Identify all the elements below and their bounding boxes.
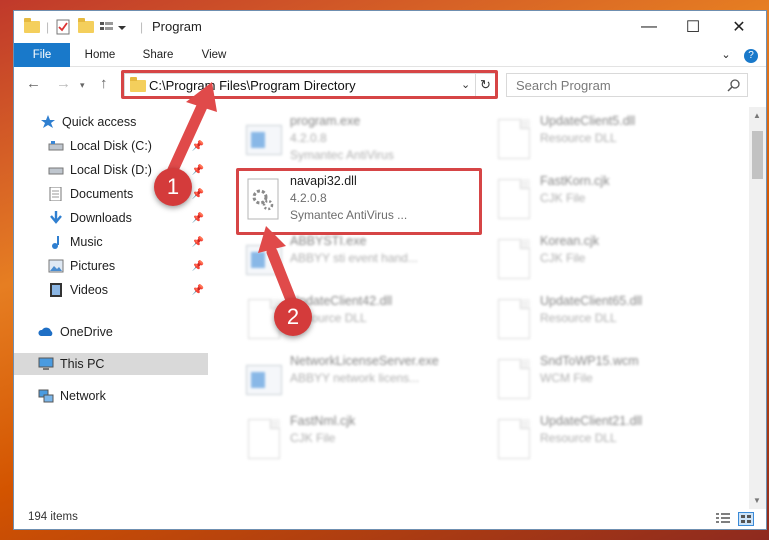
step-1-badge: 1 [154,168,192,206]
annotation-arrows [166,82,299,311]
step-2-badge: 2 [274,298,312,336]
